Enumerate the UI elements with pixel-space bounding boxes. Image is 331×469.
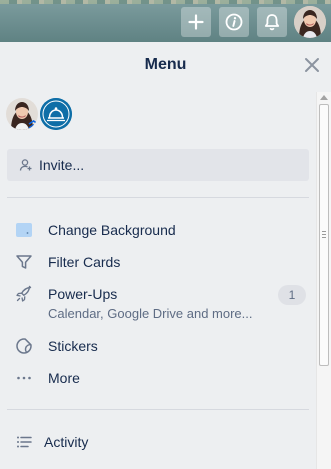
menu-header: Menu [0, 42, 331, 88]
panel-scrollbar[interactable] [316, 92, 331, 469]
member-avatar-team[interactable] [40, 98, 72, 130]
activity-section-header[interactable]: Activity [7, 433, 309, 455]
invite-button[interactable]: Invite... [7, 149, 309, 181]
cloche-icon [40, 98, 72, 130]
change-background-item[interactable]: Change Background [7, 221, 309, 243]
user-avatar[interactable] [294, 6, 326, 38]
activity-list-icon [17, 436, 32, 448]
menu-item-label: More [48, 370, 80, 386]
board-background-strip [0, 0, 331, 4]
background-swatch-icon [16, 223, 32, 237]
close-icon[interactable] [302, 55, 322, 75]
notifications-button[interactable] [257, 7, 287, 37]
rocket-icon [16, 285, 32, 302]
more-item[interactable]: More [7, 369, 309, 391]
scrollbar-grip-icon [322, 231, 326, 238]
board-header-bar [0, 0, 331, 42]
info-button[interactable] [219, 7, 249, 37]
power-ups-count-badge: 1 [278, 285, 306, 305]
filter-icon [16, 255, 32, 269]
scrollbar-thumb[interactable] [319, 104, 329, 366]
menu-divider [7, 197, 309, 198]
bell-icon [264, 14, 280, 31]
menu-item-label: Stickers [48, 338, 98, 354]
stickers-item[interactable]: Stickers [7, 337, 309, 359]
avatar-image [294, 6, 326, 38]
menu-item-label: Change Background [48, 222, 176, 238]
admin-chevron-icon [28, 120, 38, 129]
menu-item-label: Filter Cards [48, 254, 121, 270]
menu-item-sublabel: Calendar, Google Drive and more... [48, 306, 253, 321]
add-member-icon [19, 159, 32, 171]
scroll-up-arrow-icon[interactable] [320, 95, 328, 100]
menu-title: Menu [144, 56, 187, 73]
add-button[interactable] [181, 7, 211, 37]
menu-item-label: Power-Ups [48, 286, 118, 302]
more-icon [17, 376, 31, 380]
board-menu-panel: Menu Invite... Change Background Filter … [0, 42, 331, 469]
sticker-icon [16, 338, 32, 354]
menu-divider [7, 409, 309, 410]
filter-cards-item[interactable]: Filter Cards [7, 253, 309, 275]
invite-label: Invite... [39, 157, 85, 173]
info-icon [225, 13, 243, 31]
power-ups-item[interactable]: Power-Ups Calendar, Google Drive and mor… [7, 285, 309, 327]
member-avatar-user[interactable] [6, 98, 38, 130]
plus-icon [188, 14, 204, 30]
activity-label: Activity [44, 434, 89, 450]
